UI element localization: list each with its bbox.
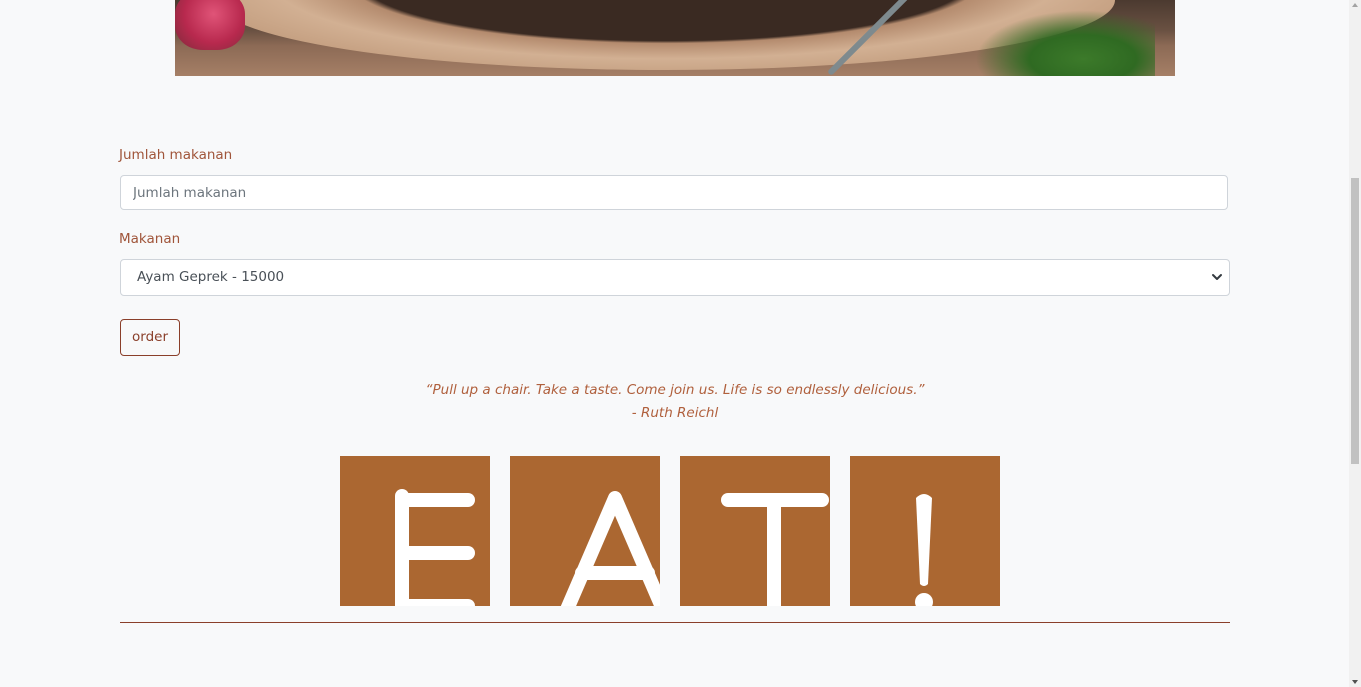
herb-garnish xyxy=(975,10,1155,76)
cloth-napkin xyxy=(175,0,245,50)
tile-letter-e xyxy=(340,456,490,606)
page-scrollbar[interactable] xyxy=(1349,0,1361,687)
quantity-input[interactable] xyxy=(120,175,1228,210)
page: Jumlah makanan Makanan Ayam Geprek - 150… xyxy=(0,0,1349,687)
scroll-up-icon[interactable] xyxy=(1352,3,1358,7)
tile-letter-exclamation xyxy=(850,456,1000,606)
tile-letter-t xyxy=(680,456,830,606)
food-hero-image xyxy=(175,0,1175,76)
letter-a-glyph xyxy=(560,491,660,606)
section-divider xyxy=(120,622,1230,623)
food-select[interactable]: Ayam Geprek - 15000 xyxy=(120,259,1230,296)
letter-e-glyph xyxy=(395,489,475,606)
quantity-label: Jumlah makanan xyxy=(119,147,233,163)
order-button[interactable]: order xyxy=(120,319,180,356)
food-select-value: Ayam Geprek - 15000 xyxy=(137,269,285,285)
scrollbar-thumb[interactable] xyxy=(1351,178,1359,464)
quote-text: “Pull up a chair. Take a taste. Come joi… xyxy=(425,382,925,398)
letter-t-glyph xyxy=(721,493,829,606)
food-label: Makanan xyxy=(119,231,181,247)
letter-exclamation-glyph xyxy=(915,494,933,606)
scroll-down-icon[interactable] xyxy=(1352,680,1358,684)
quote-author: - Ruth Reichl xyxy=(631,405,719,421)
chevron-down-icon xyxy=(1212,274,1222,280)
eat-tiles xyxy=(340,456,1000,606)
tile-letter-a xyxy=(510,456,660,606)
